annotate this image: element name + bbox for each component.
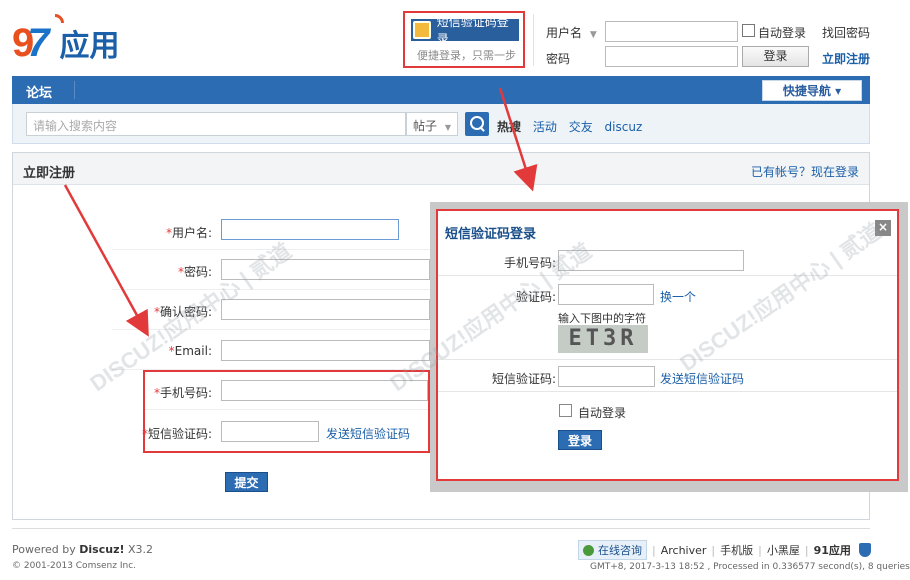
register-header: 立即注册 已有帐号？现在登录 [13,153,869,185]
separator: | [804,543,809,557]
nav-divider [74,81,75,99]
field-label-text: 用户名: [171,226,212,240]
hot-search-label: 热搜 [497,120,522,134]
reg-email-input[interactable] [221,340,430,361]
footer-link-91app[interactable]: 91应用 [814,542,851,558]
online-consult-label: 在线咨询 [598,544,642,557]
search-button[interactable] [465,112,489,136]
sms-login-dialog: 短信验证码登录 × 手机号码: 验证码: 换一个 输入下图中的字符 ET3R 短… [436,209,899,481]
password-field-label: *密码: [112,263,212,280]
phone-icon [413,21,431,39]
online-consult-button[interactable]: 在线咨询 [578,540,647,560]
row-divider [112,329,430,330]
password-input[interactable] [605,46,738,67]
separator: | [711,543,716,557]
search-bar: 请输入搜索内容 帖子 ▼ 热搜 活动 交友 discuz [12,104,870,144]
login-button[interactable]: 登录 [742,46,809,67]
username-selector[interactable]: 用户名 ▼ [546,24,597,41]
find-password-link[interactable]: 找回密码 [822,24,870,41]
main-nav: 论坛 快捷导航 ▾ [12,76,870,104]
powered-prefix: Powered by [12,543,80,556]
login-now-link[interactable]: 已有帐号？现在登录 [751,163,859,180]
nav-forum-tab[interactable]: 论坛 [26,82,52,101]
confirm-password-field-label: *确认密码: [112,303,212,320]
field-label-text: 密码: [183,265,212,279]
powered-brand-link[interactable]: Discuz! [79,543,124,556]
sms-login-button[interactable]: 短信验证码登录 [411,15,519,46]
separator: | [652,543,656,557]
captcha-image[interactable]: ET3R [558,325,648,353]
dialog-sms-input[interactable] [558,366,655,387]
close-icon[interactable]: × [875,220,891,236]
chevron-down-icon: ▼ [444,123,451,132]
page-status: GMT+8, 2017-3-13 18:52 , Processed in 0.… [590,562,910,572]
sms-login-hint: 便捷登录，只需一步 [417,49,516,62]
footer-link-mobile[interactable]: 手机版 [720,542,753,558]
username-field-label: *用户名: [112,224,212,241]
phone-fields-highlight [143,370,430,453]
footer-link-archiver[interactable]: Archiver [661,544,707,557]
dialog-phone-input[interactable] [558,250,744,271]
powered-version: X3.2 [124,543,154,556]
dialog-captcha-input[interactable] [558,284,654,305]
row-divider [112,289,430,290]
chevron-down-icon: ▼ [589,30,597,40]
row-divider [438,391,897,392]
field-label-text: 确认密码: [159,305,212,319]
dialog-auto-login-label: 自动登录 [578,406,627,420]
field-label-text: Email: [174,344,212,358]
dialog-title: 短信验证码登录 [445,227,537,242]
dialog-sms-label: 短信验证码: [491,372,556,386]
shield-icon [858,543,871,557]
password-label: 密码 [546,52,571,66]
submit-button[interactable]: 提交 [225,472,268,492]
footer-links: 在线咨询 | Archiver | 手机版 | 小黑屋 | 91应用 [578,540,871,560]
dialog-login-button[interactable]: 登录 [558,430,602,450]
hot-keyword[interactable]: discuz [605,120,643,134]
dialog-captcha-label: 验证码: [515,290,556,304]
hot-keyword[interactable]: 活动 [533,120,557,134]
hot-keyword[interactable]: 交友 [569,120,593,134]
separator: | [758,543,762,557]
sms-login-label: 短信验证码登录 [436,15,509,46]
footer-divider [12,528,870,529]
register-title: 立即注册 [23,166,76,181]
copyright: © 2001-2013 Comsenz Inc. [12,561,137,571]
register-link[interactable]: 立即注册 [822,50,870,67]
reg-password-input[interactable] [221,259,430,280]
row-divider [112,249,430,250]
chat-icon [583,544,594,556]
username-label: 用户名 [546,26,583,40]
row-divider [438,275,897,276]
auto-login-checkbox[interactable] [742,24,755,37]
reg-confirm-password-input[interactable] [221,299,430,320]
search-type-select[interactable]: 帖子 ▼ [406,112,458,136]
powered-by: Powered by Discuz! X3.2 [12,543,153,556]
site-logo[interactable]: 9 7 应用 [12,10,120,68]
footer-link-blackroom[interactable]: 小黑屋 [767,542,800,558]
email-field-label: *Email: [112,344,212,358]
auto-login-label: 自动登录 [758,26,807,40]
logo-text: 应用 [59,29,120,64]
username-input[interactable] [605,21,738,42]
dialog-auto-login-checkbox[interactable] [559,404,572,417]
search-type-label: 帖子 [413,119,438,133]
sms-login-highlight: 短信验证码登录 便捷登录，只需一步 [403,11,525,68]
dialog-phone-label: 手机号码: [503,256,556,270]
header-divider [533,14,534,66]
search-input[interactable]: 请输入搜索内容 [26,112,406,136]
reg-username-input[interactable] [221,219,399,240]
captcha-refresh-link[interactable]: 换一个 [660,288,696,305]
quick-nav-button[interactable]: 快捷导航 ▾ [762,80,862,101]
hot-search: 热搜 活动 交友 discuz [497,118,650,135]
row-divider [438,359,897,360]
dialog-send-sms-link[interactable]: 发送短信验证码 [660,370,744,387]
captcha-hint: 输入下图中的字符 [558,312,646,325]
